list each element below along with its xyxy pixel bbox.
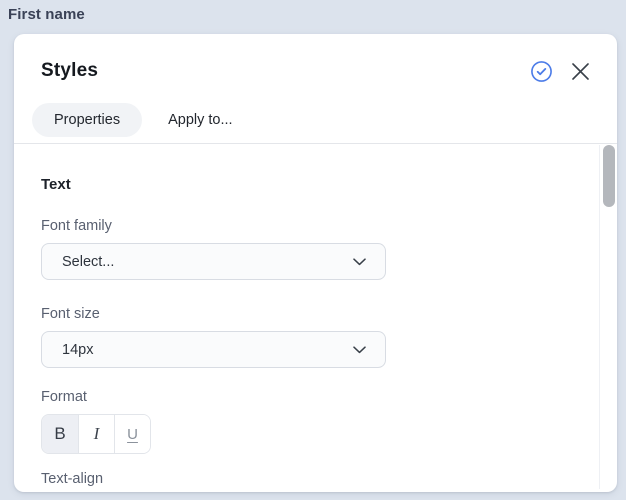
font-family-label: Font family: [41, 217, 593, 235]
font-family-select[interactable]: Select...: [41, 243, 386, 280]
font-size-label: Font size: [41, 305, 593, 323]
italic-icon: I: [94, 424, 100, 444]
font-size-value: 14px: [62, 342, 93, 358]
underline-button[interactable]: U: [114, 415, 150, 453]
font-size-select[interactable]: 14px: [41, 331, 386, 368]
underline-icon: U: [127, 426, 138, 443]
tab-properties[interactable]: Properties: [32, 103, 142, 137]
format-button-group: B I U: [41, 414, 151, 454]
panel-title: Styles: [41, 58, 98, 84]
panel-header: Styles: [14, 34, 617, 84]
panel-content: Text Font family Select... Font size 14p…: [14, 144, 617, 488]
form-field-label: First name: [8, 6, 85, 23]
styles-panel: Styles Properties Apply to..: [14, 34, 617, 492]
scrollbar-track: [599, 145, 600, 489]
section-heading-text: Text: [41, 176, 593, 194]
chevron-down-icon: [353, 258, 366, 266]
text-align-label: Text-align: [41, 470, 593, 488]
tab-apply-to[interactable]: Apply to...: [142, 103, 258, 137]
close-button[interactable]: [568, 59, 592, 83]
font-family-value: Select...: [62, 254, 114, 270]
scrollbar-thumb[interactable]: [603, 145, 615, 207]
close-icon: [572, 63, 589, 80]
chevron-down-icon: [353, 346, 366, 354]
header-actions: [529, 59, 592, 83]
bold-icon: B: [54, 424, 65, 444]
format-label: Format: [41, 388, 593, 406]
bold-button[interactable]: B: [42, 415, 78, 453]
italic-button[interactable]: I: [78, 415, 114, 453]
confirm-button[interactable]: [529, 59, 553, 83]
check-circle-icon: [530, 60, 553, 83]
tab-bar: Properties Apply to...: [32, 103, 617, 137]
